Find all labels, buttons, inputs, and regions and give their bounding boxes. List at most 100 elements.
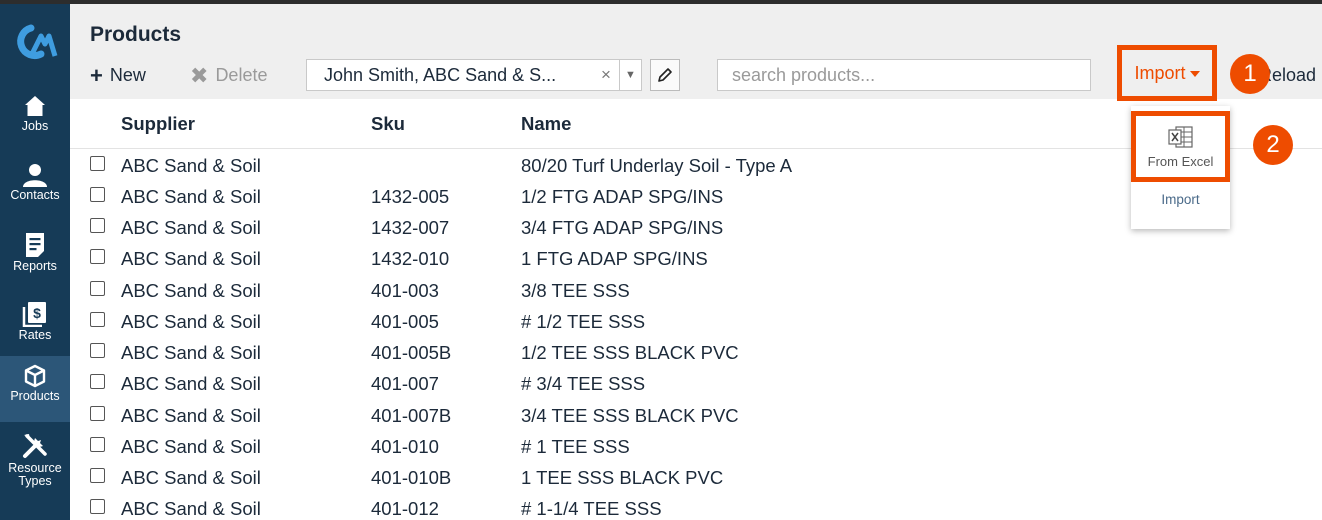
row-checkbox[interactable] (90, 437, 105, 452)
edit-supplier-button[interactable] (650, 59, 680, 91)
import-button-label: Import (1134, 62, 1186, 83)
cell-name: # 1-1/4 TEE SSS (521, 498, 662, 519)
cell-supplier: ABC Sand & Soil (121, 467, 261, 488)
cell-supplier: ABC Sand & Soil (121, 248, 261, 269)
row-checkbox[interactable] (90, 406, 105, 421)
close-icon: ✖ (190, 62, 209, 88)
cell-supplier: ABC Sand & Soil (121, 498, 261, 519)
row-checkbox[interactable] (90, 374, 105, 389)
supplier-select-value: John Smith, ABC Sand & S... (324, 64, 557, 85)
cell-sku: 401-005B (371, 342, 452, 363)
page-title: Products (90, 23, 182, 46)
cell-supplier: ABC Sand & Soil (121, 217, 261, 238)
menu-item-import[interactable]: Import (1131, 192, 1230, 207)
row-checkbox[interactable] (90, 281, 105, 296)
person-icon (23, 164, 47, 187)
sidebar-item-products[interactable]: Products (0, 356, 70, 422)
row-checkbox[interactable] (90, 499, 105, 514)
app-logo[interactable] (11, 22, 59, 62)
cell-name: 1 FTG ADAP SPG/INS (521, 248, 708, 269)
cell-sku: 401-007B (371, 405, 452, 426)
cell-name: 1/2 TEE SSS BLACK PVC (521, 342, 739, 363)
column-header-name[interactable]: Name (521, 113, 571, 135)
svg-text:$: $ (33, 305, 41, 321)
cell-supplier: ABC Sand & Soil (121, 373, 261, 394)
cell-supplier: ABC Sand & Soil (121, 280, 261, 301)
cell-sku: 1432-007 (371, 217, 450, 238)
pencil-icon (658, 68, 672, 82)
sidebar-item-label: Rates (18, 328, 52, 342)
table-row[interactable]: ABC Sand & Soil 401-005 # 1/2 TEE SSS (70, 306, 1322, 337)
sidebar-item-label: Contacts (10, 188, 60, 202)
menu-item-from-excel[interactable]: From Excel (1131, 111, 1230, 182)
page-header: Products + New ✖ Delete John Smith, ABC … (70, 4, 1322, 101)
new-button[interactable]: + New (90, 62, 146, 88)
cell-name: # 3/4 TEE SSS (521, 373, 646, 394)
home-icon (25, 96, 45, 116)
row-checkbox[interactable] (90, 187, 105, 202)
column-header-supplier[interactable]: Supplier (121, 113, 195, 135)
box-icon (24, 364, 46, 388)
table-row[interactable]: ABC Sand & Soil 401-010 # 1 TEE SSS (70, 431, 1322, 462)
delete-button[interactable]: ✖ Delete (190, 62, 268, 88)
clear-icon[interactable]: × (593, 65, 619, 85)
row-checkbox[interactable] (90, 249, 105, 264)
plus-icon: + (90, 62, 103, 88)
row-checkbox[interactable] (90, 343, 105, 358)
table-row[interactable]: ABC Sand & Soil 401-012 # 1-1/4 TEE SSS (70, 493, 1322, 520)
import-button[interactable]: Import (1117, 45, 1217, 101)
sidebar-item-rates[interactable]: $ Rates (0, 293, 70, 359)
new-button-label: New (109, 65, 146, 85)
table-row[interactable]: ABC Sand & Soil 401-010B 1 TEE SSS BLACK… (70, 462, 1322, 493)
cell-sku: 401-012 (371, 498, 439, 519)
sidebar: Jobs Contacts Reports $ Rates Products R… (0, 4, 70, 520)
cell-sku: 401-010B (371, 467, 452, 488)
cell-sku: 401-003 (371, 280, 439, 301)
sidebar-item-reports[interactable]: Reports (0, 224, 70, 290)
rates-icon: $ (22, 302, 46, 327)
cell-supplier: ABC Sand & Soil (121, 186, 261, 207)
cell-name: 3/4 FTG ADAP SPG/INS (521, 217, 724, 238)
cell-name: 1 TEE SSS BLACK PVC (521, 467, 724, 488)
sidebar-item-contacts[interactable]: Contacts (0, 155, 70, 221)
search-input[interactable] (717, 59, 1091, 91)
row-checkbox[interactable] (90, 218, 105, 233)
delete-button-label: Delete (215, 65, 268, 85)
cell-name: 3/4 TEE SSS BLACK PVC (521, 405, 739, 426)
menu-item-label: From Excel (1147, 153, 1214, 169)
step-badge-2: 2 (1253, 125, 1293, 165)
cell-supplier: ABC Sand & Soil (121, 342, 261, 363)
sidebar-item-jobs[interactable]: Jobs (0, 86, 70, 152)
caret-down-icon (1189, 71, 1200, 77)
chevron-down-icon[interactable]: ▼ (619, 60, 641, 90)
cell-name: # 1 TEE SSS (521, 436, 630, 457)
row-checkbox[interactable] (90, 312, 105, 327)
cell-sku: 1432-005 (371, 186, 450, 207)
table-row[interactable]: ABC Sand & Soil 401-007B 3/4 TEE SSS BLA… (70, 400, 1322, 431)
cell-sku: 401-005 (371, 311, 439, 332)
excel-file-icon (1167, 125, 1193, 148)
cell-name: 1/2 FTG ADAP SPG/INS (521, 186, 724, 207)
cell-supplier: ABC Sand & Soil (121, 311, 261, 332)
cell-sku: 401-010 (371, 436, 439, 457)
cell-sku: 1432-010 (371, 248, 450, 269)
table-row[interactable]: ABC Sand & Soil 401-005B 1/2 TEE SSS BLA… (70, 337, 1322, 368)
sidebar-item-label: Resource Types (8, 461, 62, 488)
sidebar-item-resource-types[interactable]: Resource Types (0, 424, 70, 504)
table-row[interactable]: ABC Sand & Soil 1432-010 1 FTG ADAP SPG/… (70, 243, 1322, 274)
sidebar-item-label: Jobs (21, 119, 49, 133)
sidebar-item-label: Products (10, 389, 60, 403)
sidebar-item-label: Reports (13, 259, 57, 273)
column-header-sku[interactable]: Sku (371, 113, 405, 135)
step-badge-1: 1 (1230, 54, 1270, 94)
cell-name: 80/20 Turf Underlay Soil - Type A (521, 155, 793, 176)
table-row[interactable]: ABC Sand & Soil 401-003 3/8 TEE SSS (70, 275, 1322, 306)
cell-name: 3/8 TEE SSS (521, 280, 630, 301)
cell-supplier: ABC Sand & Soil (121, 436, 261, 457)
supplier-select[interactable]: John Smith, ABC Sand & S... × ▼ (306, 59, 642, 91)
cell-supplier: ABC Sand & Soil (121, 155, 261, 176)
cell-supplier: ABC Sand & Soil (121, 405, 261, 426)
row-checkbox[interactable] (90, 468, 105, 483)
row-checkbox[interactable] (90, 156, 105, 171)
table-row[interactable]: ABC Sand & Soil 401-007 # 3/4 TEE SSS (70, 368, 1322, 399)
